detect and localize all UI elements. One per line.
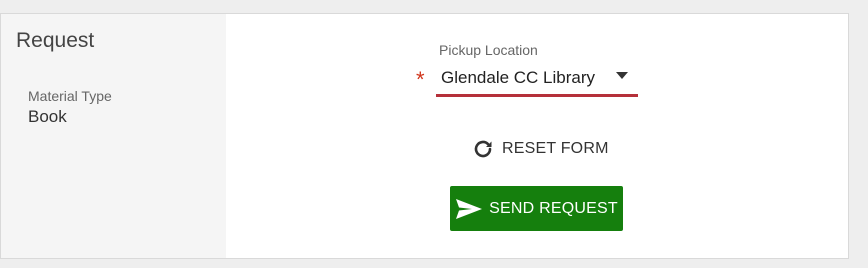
section-title: Request	[16, 29, 95, 52]
required-indicator: *	[416, 67, 425, 92]
pickup-location-value: Glendale CC Library	[441, 68, 596, 87]
reset-form-button[interactable]: RESET FORM	[471, 136, 609, 162]
material-type-value: Book	[28, 107, 67, 126]
refresh-icon	[474, 140, 492, 158]
send-request-button[interactable]: SEND REQUEST	[450, 186, 623, 231]
request-card: Request Material Type Book Pickup Locati…	[0, 13, 849, 259]
send-request-label: SEND REQUEST	[489, 199, 618, 217]
dropdown-caret-icon	[616, 72, 628, 79]
pickup-location-label: Pickup Location	[439, 42, 538, 58]
reset-form-label: RESET FORM	[502, 140, 609, 157]
pickup-location-select[interactable]: Glendale CC Library	[436, 64, 638, 97]
send-icon	[456, 198, 483, 219]
request-sidebar: Request Material Type Book	[1, 14, 226, 258]
material-type-label: Material Type	[28, 88, 112, 104]
